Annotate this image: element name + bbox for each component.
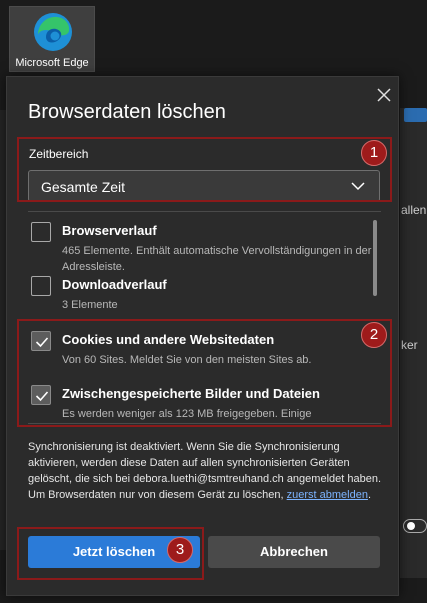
edge-logo-icon: [34, 13, 72, 51]
background-toggle: [403, 519, 427, 533]
annotation-box-2: [17, 319, 392, 427]
annotation-box-1: [17, 137, 392, 202]
background-accent-button: [404, 108, 427, 122]
divider: [28, 211, 381, 212]
cancel-button[interactable]: Abbrechen: [208, 536, 380, 568]
dialog-title: Browserdaten löschen: [28, 101, 226, 123]
option-description: 3 Elemente: [62, 299, 118, 311]
sync-notice-end: .: [367, 489, 372, 501]
edge-desktop-shortcut[interactable]: Microsoft Edge: [9, 6, 95, 72]
background-text: allen: [401, 203, 427, 217]
download-history-checkbox[interactable]: [31, 276, 51, 296]
option-download-history: Downloadverlauf 3 Elemente: [31, 274, 351, 311]
close-button[interactable]: [372, 83, 396, 107]
close-icon: [377, 88, 391, 102]
option-name: Browserverlauf: [62, 223, 157, 238]
browsing-history-checkbox[interactable]: [31, 222, 51, 242]
scrollbar[interactable]: [373, 220, 377, 296]
option-name: Downloadverlauf: [62, 277, 167, 292]
annotation-marker-3: 3: [167, 537, 193, 563]
annotation-marker-1: 1: [361, 140, 387, 166]
edge-shortcut-label: Microsoft Edge: [15, 57, 89, 69]
annotation-marker-2: 2: [361, 322, 387, 348]
option-browsing-history: Browserverlauf 465 Elemente. Enthält aut…: [31, 220, 371, 273]
sign-out-link[interactable]: zuerst abmelden: [287, 489, 368, 501]
sync-notice: Synchronisierung ist deaktiviert. Wenn S…: [28, 439, 384, 503]
background-text: ker: [401, 338, 418, 352]
option-description: 465 Elemente. Enthält automatische Vervo…: [62, 245, 372, 273]
